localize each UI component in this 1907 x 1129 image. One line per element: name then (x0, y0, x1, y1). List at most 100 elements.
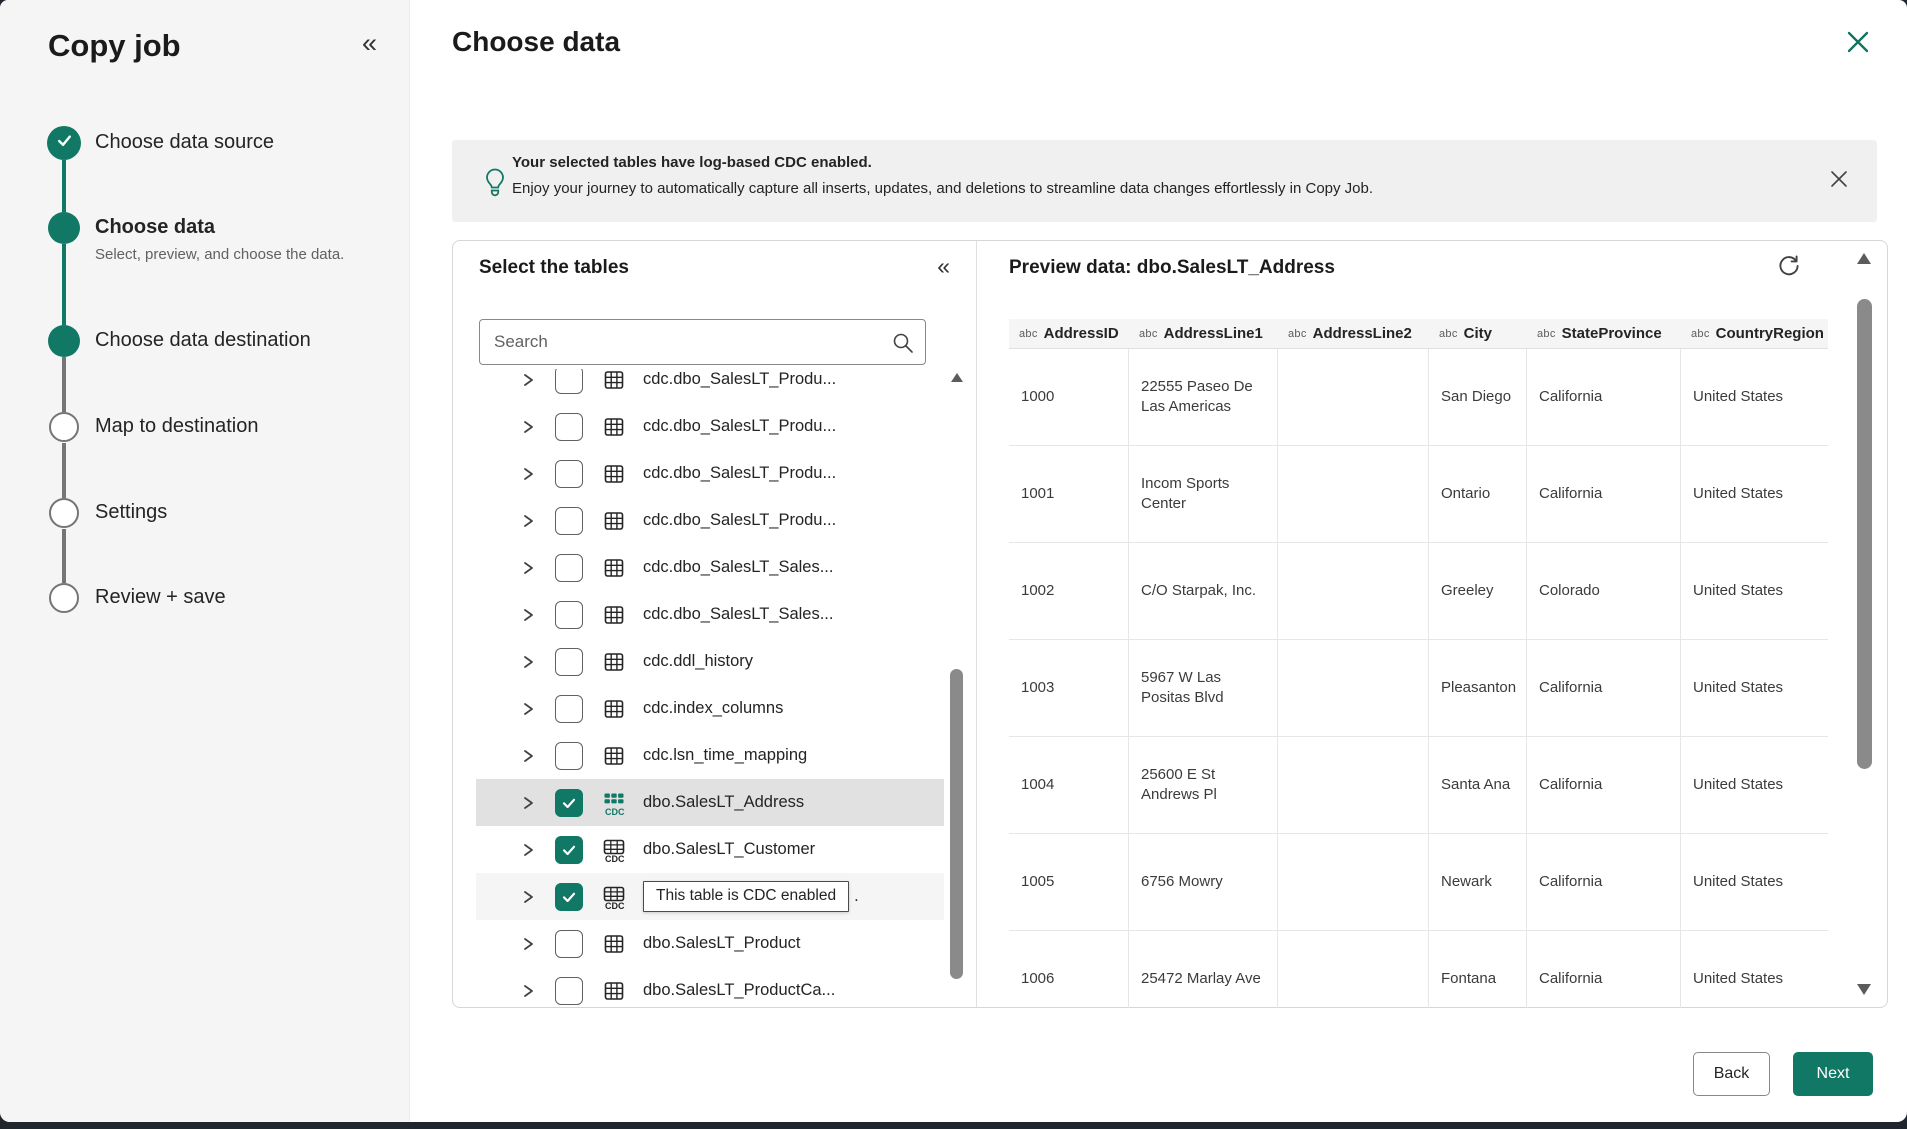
preview-data-row: 10056756 MowryNewarkCaliforniaUnited Sta… (1009, 834, 1828, 931)
table-checkbox[interactable] (555, 648, 583, 676)
banner-close-icon[interactable] (1827, 168, 1851, 192)
preview-header-row: abcAddressIDabcAddressLine1abcAddressLin… (1009, 319, 1828, 349)
preview-cell: United States (1681, 834, 1828, 930)
step-sublabel: Select, preview, and choose the data. (95, 246, 344, 263)
step-label[interactable]: Choose data (95, 216, 215, 239)
scroll-up-icon[interactable] (1857, 253, 1871, 264)
sidebar-collapse-icon[interactable]: « (362, 30, 377, 57)
chevron-right-icon[interactable] (521, 795, 535, 811)
table-checkbox[interactable] (555, 601, 583, 629)
step-circle-5[interactable] (49, 498, 79, 528)
step-circle-3[interactable] (48, 325, 80, 357)
table-checkbox[interactable] (555, 977, 583, 1005)
step-connector (62, 443, 66, 498)
column-name: City (1464, 325, 1492, 342)
chevron-right-icon[interactable] (521, 372, 535, 388)
step-label[interactable]: Review + save (95, 586, 226, 609)
preview-cell: California (1527, 349, 1681, 445)
chevron-right-icon[interactable] (521, 560, 535, 576)
close-icon[interactable] (1843, 28, 1873, 58)
table-checkbox[interactable] (555, 413, 583, 441)
table-row[interactable]: cdc.lsn_time_mapping (476, 732, 944, 779)
chevron-right-icon[interactable] (521, 701, 535, 717)
table-checkbox[interactable] (555, 789, 583, 817)
table-name: cdc.index_columns (643, 699, 783, 718)
preview-data-row: 100425600 E St Andrews PlSanta AnaCalifo… (1009, 737, 1828, 834)
step-label[interactable]: Choose data source (95, 131, 274, 154)
table-checkbox[interactable] (555, 742, 583, 770)
refresh-icon[interactable] (1775, 253, 1803, 281)
column-header[interactable]: abcAddressLine2 (1278, 319, 1429, 348)
table-row[interactable]: CDCdbo.SalesLT_Customer (476, 826, 944, 873)
table-row[interactable]: cdc.dbo_SalesLT_Produ... (476, 403, 944, 450)
chevron-right-icon[interactable] (521, 466, 535, 482)
column-header[interactable]: abcAddressLine1 (1129, 319, 1278, 348)
step-connector (62, 244, 66, 325)
column-header[interactable]: abcStateProvince (1527, 319, 1681, 348)
table-selector-pane: Select the tables « cdc.dbo_SalesLT_Prod… (453, 241, 977, 1007)
search-input[interactable] (494, 320, 884, 364)
chevron-right-icon[interactable] (521, 419, 535, 435)
step-circle-1[interactable] (47, 126, 81, 160)
step-label[interactable]: Map to destination (95, 415, 258, 438)
table-icon (601, 931, 627, 957)
table-tree: cdc.dbo_SalesLT_Produ...cdc.dbo_SalesLT_… (476, 369, 944, 1006)
lightbulb-icon (482, 166, 508, 203)
table-row[interactable]: cdc.dbo_SalesLT_Produ... (476, 497, 944, 544)
column-header[interactable]: abcCountryRegion (1681, 319, 1828, 348)
preview-data-row: 10035967 W Las Positas BlvdPleasantonCal… (1009, 640, 1828, 737)
column-name: AddressLine1 (1164, 325, 1263, 342)
step-connector (62, 529, 66, 583)
pane-collapse-icon[interactable]: « (937, 255, 950, 278)
check-icon (56, 132, 73, 154)
table-name: cdc.dbo_SalesLT_Produ... (643, 417, 836, 436)
table-checkbox[interactable] (555, 695, 583, 723)
scrollbar-thumb[interactable] (950, 669, 963, 979)
preview-data-row: 1002C/O Starpak, Inc.GreeleyColoradoUnit… (1009, 543, 1828, 640)
table-row[interactable]: cdc.dbo_SalesLT_Sales... (476, 591, 944, 638)
table-row[interactable]: cdc.dbo_SalesLT_Produ... (476, 369, 944, 403)
table-row[interactable]: dbo.SalesLT_Product (476, 920, 944, 967)
table-row[interactable]: dbo.SalesLT_ProductCa... (476, 967, 944, 1006)
table-row[interactable]: cdc.dbo_SalesLT_Produ... (476, 450, 944, 497)
table-checkbox[interactable] (555, 369, 583, 394)
step-label[interactable]: Settings (95, 501, 167, 524)
step-circle-4[interactable] (49, 412, 79, 442)
table-checkbox[interactable] (555, 883, 583, 911)
chevron-right-icon[interactable] (521, 936, 535, 952)
table-checkbox[interactable] (555, 460, 583, 488)
scrollbar-thumb[interactable] (1857, 299, 1872, 769)
table-row[interactable]: cdc.index_columns (476, 685, 944, 732)
table-checkbox[interactable] (555, 507, 583, 535)
table-cdc-teal-icon: CDC (601, 790, 627, 816)
table-checkbox[interactable] (555, 836, 583, 864)
chevron-right-icon[interactable] (521, 842, 535, 858)
banner-text: Your selected tables have log-based CDC … (512, 154, 1807, 197)
back-button[interactable]: Back (1693, 1052, 1770, 1096)
preview-cell (1278, 931, 1429, 1008)
chevron-right-icon[interactable] (521, 748, 535, 764)
column-header[interactable]: abcAddressID (1009, 319, 1129, 348)
table-row[interactable]: cdc.ddl_history (476, 638, 944, 685)
table-row[interactable]: CDCdbo.SalesLT_Address (476, 779, 944, 826)
banner-body: Enjoy your journey to automatically capt… (512, 180, 1807, 197)
chevron-right-icon[interactable] (521, 513, 535, 529)
step-label[interactable]: Choose data destination (95, 329, 311, 352)
chevron-right-icon[interactable] (521, 889, 535, 905)
chevron-right-icon[interactable] (521, 983, 535, 999)
step-circle-2[interactable] (48, 212, 80, 244)
table-row[interactable]: CDCThis table is CDC enabled. (476, 873, 944, 920)
table-checkbox[interactable] (555, 554, 583, 582)
table-name: dbo.SalesLT_Product (643, 934, 800, 953)
scroll-down-icon[interactable] (1857, 984, 1871, 995)
cdc-info-banner: Your selected tables have log-based CDC … (452, 140, 1877, 222)
chevron-right-icon[interactable] (521, 654, 535, 670)
column-header[interactable]: abcCity (1429, 319, 1527, 348)
step-circle-6[interactable] (49, 583, 79, 613)
next-button[interactable]: Next (1793, 1052, 1873, 1096)
page-title: Choose data (452, 26, 620, 58)
chevron-right-icon[interactable] (521, 607, 535, 623)
table-checkbox[interactable] (555, 930, 583, 958)
table-row[interactable]: cdc.dbo_SalesLT_Sales... (476, 544, 944, 591)
scroll-up-icon[interactable] (951, 373, 963, 382)
